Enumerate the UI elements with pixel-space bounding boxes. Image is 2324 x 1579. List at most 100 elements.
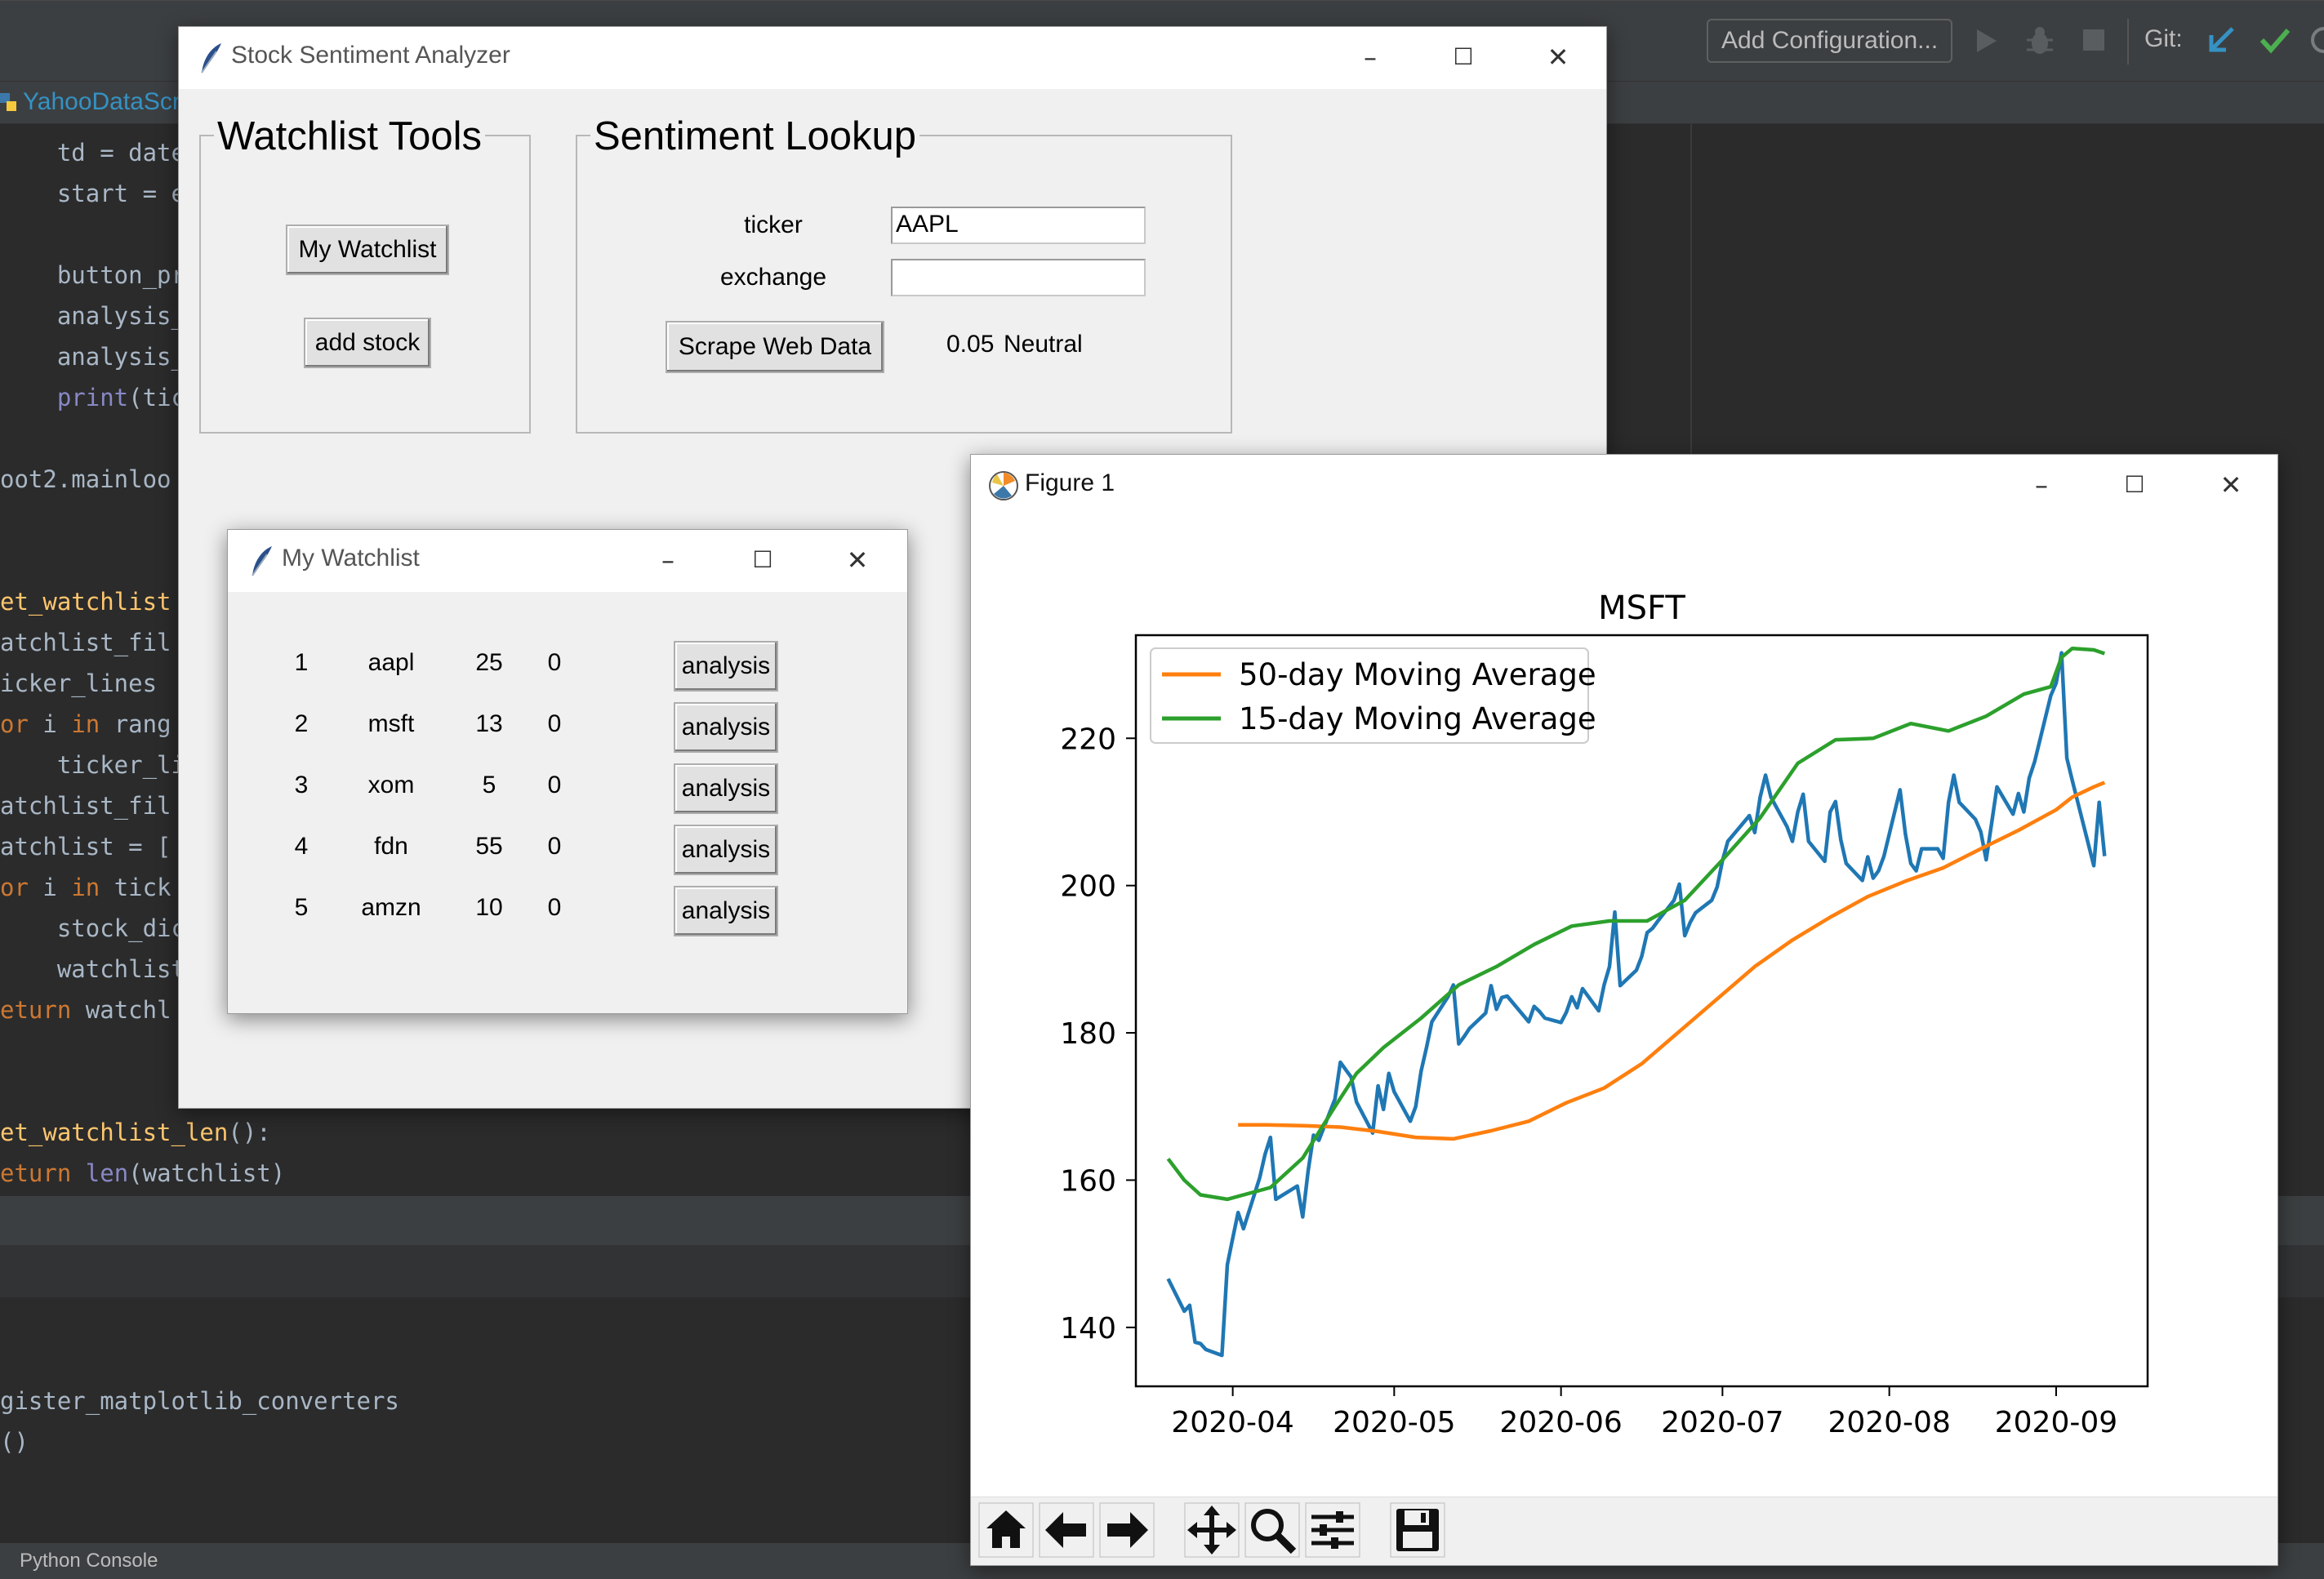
watchlist-row: 3 xom 5 0 analysis: [228, 763, 907, 816]
code-line: eturn len(watchlist): [0, 1153, 285, 1194]
y-tick-label: 160: [1060, 1164, 1116, 1198]
code-token: print: [56, 384, 129, 411]
code-token: watchl: [71, 996, 171, 1024]
exchange-label: exchange: [719, 264, 827, 291]
watchlist-tools-frame: Watchlist Tools My Watchlist add stock: [199, 113, 531, 434]
code-token: in: [71, 710, 100, 738]
code-token: tick: [100, 874, 171, 901]
console-line: (): [0, 1428, 29, 1456]
row-ticker: amzn: [361, 894, 421, 921]
code-token: eturn: [0, 996, 72, 1024]
row-value: 0: [547, 710, 562, 737]
analysis-button[interactable]: analysis: [674, 886, 778, 936]
code-token: et_watchlist_len: [0, 1119, 229, 1146]
analysis-button[interactable]: analysis: [674, 825, 778, 875]
file-tab-label[interactable]: YahooDataScra: [23, 88, 194, 116]
code-token: i: [28, 710, 72, 738]
plot-frame: [1134, 634, 2149, 1388]
tk-feather-icon: [201, 43, 221, 73]
series-line-ma50: [1238, 781, 2106, 1141]
zoom-icon[interactable]: [1244, 1502, 1300, 1558]
row-index: 3: [294, 772, 309, 798]
debug-icon[interactable]: [2025, 25, 2055, 56]
row-value: 0: [547, 649, 562, 676]
y-tick-label: 180: [1060, 1017, 1116, 1051]
watchlist-title-bar[interactable]: My Watchlist – ☐ ✕: [228, 530, 907, 592]
maximize-button[interactable]: ☐: [742, 540, 783, 580]
close-button[interactable]: ✕: [1538, 37, 1578, 78]
figure-title-bar[interactable]: Figure 1 – ☐ ✕: [971, 455, 2277, 517]
row-shares: 25: [475, 649, 503, 676]
ticker-input[interactable]: AAPL: [891, 207, 1146, 244]
add-stock-button[interactable]: add stock: [304, 318, 431, 368]
git-history-icon[interactable]: [2308, 24, 2324, 56]
maximize-button[interactable]: ☐: [1443, 37, 1484, 78]
my-watchlist-button[interactable]: My Watchlist: [286, 225, 449, 275]
sentiment-label: Neutral: [1004, 331, 1083, 358]
exchange-input[interactable]: [891, 259, 1146, 296]
git-commit-icon[interactable]: [2259, 24, 2291, 56]
analysis-button[interactable]: analysis: [674, 763, 778, 814]
home-icon[interactable]: [978, 1502, 1034, 1558]
minimize-button[interactable]: –: [648, 540, 688, 580]
minimize-button[interactable]: –: [1350, 37, 1391, 78]
analysis-button[interactable]: analysis: [674, 641, 778, 692]
toolbar-divider: [2127, 19, 2129, 64]
code-token: et_watchlist: [0, 588, 171, 616]
minimize-button[interactable]: –: [2021, 465, 2062, 505]
pan-icon[interactable]: [1184, 1502, 1240, 1558]
row-ticker: msft: [367, 710, 415, 737]
code-token: rang: [100, 710, 171, 738]
code-token: icker_lines: [0, 669, 171, 697]
msft-chart[interactable]: MSFT 140 160 180 200 220 2020-04 2020-05 2020-06…: [970, 523, 2277, 1461]
x-tick-label: 2020-05: [1333, 1406, 1455, 1439]
git-update-icon[interactable]: [2205, 24, 2237, 56]
figure-window-title: Figure 1: [1025, 469, 1115, 496]
series-line-price: [1166, 651, 2107, 1358]
x-tick-label: 2020-09: [1995, 1406, 2117, 1439]
close-button[interactable]: ✕: [837, 540, 878, 580]
configure-subplots-icon[interactable]: [1305, 1502, 1360, 1558]
code-line: or i in rang: [0, 704, 171, 745]
close-button[interactable]: ✕: [2210, 465, 2251, 505]
add-configuration-button[interactable]: Add Configuration...: [1707, 19, 1953, 63]
code-token: or: [0, 710, 29, 738]
code-token: (watchlist): [128, 1159, 286, 1187]
code-line: ticker_li: [0, 745, 185, 785]
analysis-button[interactable]: analysis: [674, 702, 778, 753]
code-line: atchlist_fil: [0, 785, 171, 826]
code-line: analysis_: [0, 336, 185, 377]
code-token: watchlist: [0, 955, 185, 983]
stop-icon[interactable]: [2081, 27, 2107, 53]
scrape-web-data-button[interactable]: Scrape Web Data: [666, 321, 884, 373]
code-line: or i in tick: [0, 867, 171, 908]
save-icon[interactable]: [1390, 1502, 1445, 1558]
code-token: in: [71, 874, 100, 901]
code-token: atchlist_fil: [0, 792, 171, 820]
code-line: watchlist: [0, 949, 185, 990]
code-line: analysis_: [0, 296, 185, 336]
code-line: et_watchlist: [0, 581, 171, 622]
code-token: analysis_: [0, 343, 185, 371]
chart-title: MSFT: [1598, 589, 1685, 627]
main-window-title: Stock Sentiment Analyzer: [231, 42, 510, 69]
legend-label-ma15: 15-day Moving Average: [1239, 701, 1596, 736]
code-token: eturn: [0, 1159, 72, 1187]
x-tick-label: 2020-06: [1499, 1406, 1622, 1439]
code-token: atchlist = [: [0, 833, 171, 861]
back-arrow-icon[interactable]: [1039, 1502, 1094, 1558]
code-token: atchlist_fil: [0, 629, 171, 656]
forward-arrow-icon[interactable]: [1099, 1502, 1155, 1558]
run-icon[interactable]: [1972, 27, 2000, 55]
watchlist-row: 2 msft 13 0 analysis: [228, 702, 907, 754]
console-tab[interactable]: Python Console: [20, 1550, 158, 1572]
tk-feather-icon: [252, 546, 272, 576]
main-title-bar[interactable]: Stock Sentiment Analyzer – ☐ ✕: [179, 27, 1606, 89]
row-value: 0: [547, 833, 562, 860]
watchlist-row: 5 amzn 10 0 analysis: [228, 886, 907, 938]
maximize-button[interactable]: ☐: [2114, 465, 2155, 505]
watchlist-tools-title: Watchlist Tools: [214, 113, 486, 159]
code-token: analysis_: [0, 302, 185, 330]
sentiment-lookup-title: Sentiment Lookup: [590, 113, 919, 159]
ticker-label: ticker: [744, 211, 803, 238]
